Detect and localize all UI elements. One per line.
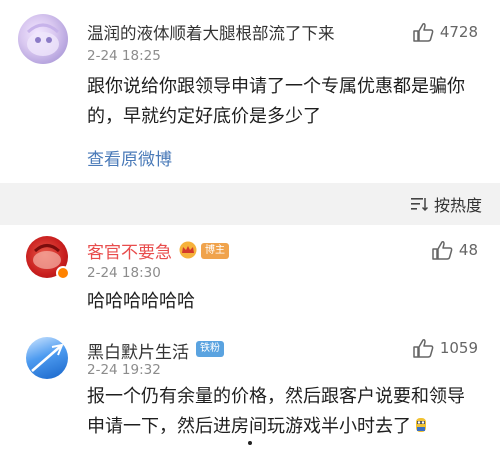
comment-time: 2-24 19:32 [87,362,161,378]
avatar[interactable] [26,337,68,379]
comment-time: 2-24 18:25 [87,48,161,64]
host-badge: 博主 [201,243,229,259]
thumb-up-icon [432,241,453,260]
sort-icon [410,198,428,212]
sort-button[interactable]: 按热度 [410,193,482,215]
avatar-image [26,23,60,56]
like-count: 4728 [439,23,478,41]
avatar[interactable] [18,14,68,64]
comment-time: 2-24 18:30 [87,265,161,281]
view-original-link[interactable]: 查看原微博 [87,145,172,170]
fan-badge: 铁粉 [196,341,224,357]
scroll-indicator [248,441,252,445]
comment-text: 报一个仍有余量的价格，然后跟客户说要和领导申请一下，然后进房间玩游戏半小时去了 [87,382,482,442]
like-count: 48 [458,241,478,259]
like-button[interactable]: 4728 [412,22,478,42]
comment-username[interactable]: 温润的液体顺着大腿根部流了下来 [87,20,335,44]
like-button[interactable]: 48 [431,240,478,260]
comment-username[interactable]: 黑白默片生活 [87,338,189,363]
comment-text-content: 报一个仍有余量的价格，然后跟客户说要和领导申请一下，然后进房间玩游戏半小时去了 [87,386,465,437]
verified-badge-icon [56,266,70,280]
thumb-up-icon [413,23,434,42]
comment-username[interactable]: 客官不要急 [87,238,172,263]
original-comment-card: 温润的液体顺着大腿根部流了下来 2-24 18:25 4728 跟你说给你跟领导… [0,0,500,183]
emoji-icon [416,418,426,432]
avatar-image [31,343,64,372]
thumb-up-icon [413,339,434,358]
like-count: 1059 [439,339,478,357]
crown-icon [179,241,197,259]
comment-text: 哈哈哈哈哈哈 [87,291,195,312]
comment-text: 跟你说给你跟领导申请了一个专属优惠都是骗你的，早就约定好底价是多少了 [87,76,465,127]
sort-label: 按热度 [433,196,482,215]
like-button[interactable]: 1059 [412,338,478,358]
